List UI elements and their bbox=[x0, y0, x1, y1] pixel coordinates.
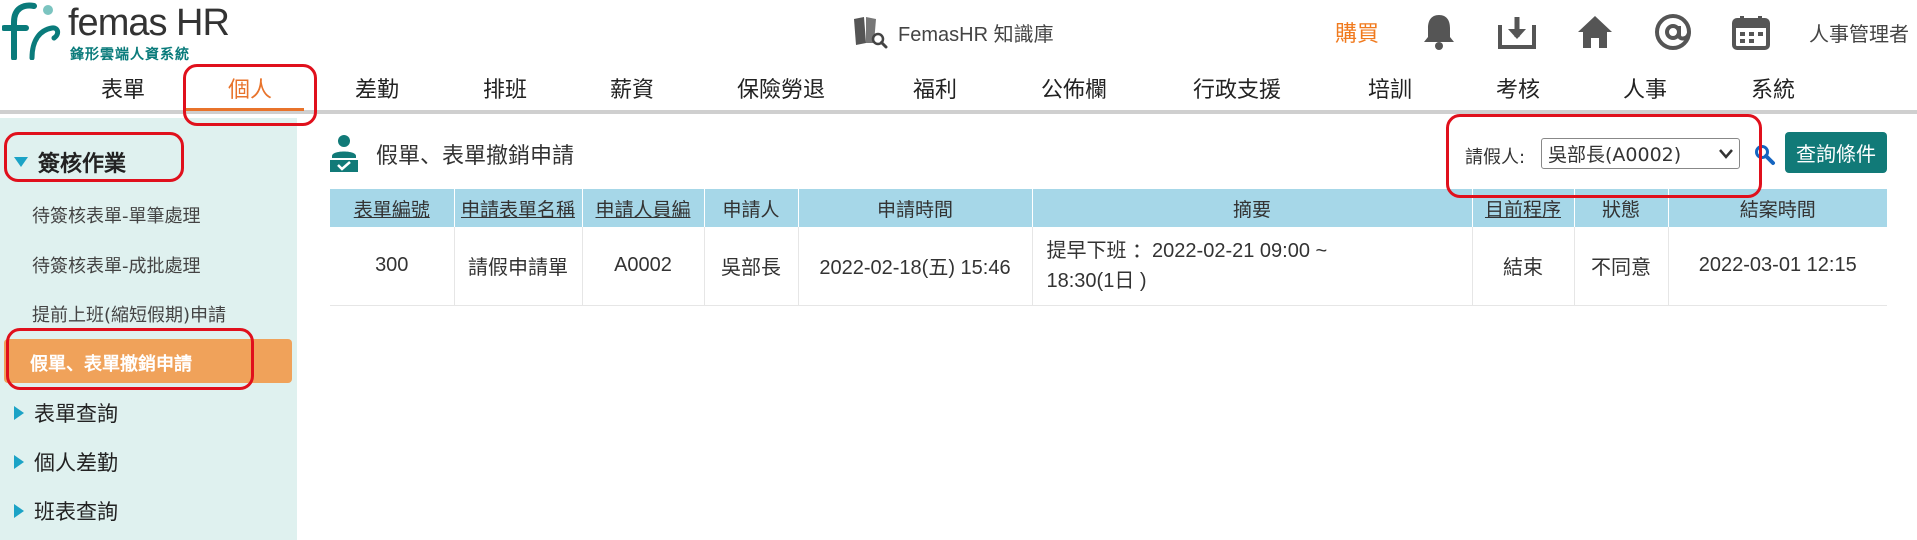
nav-item-payroll[interactable]: 薪資 bbox=[610, 72, 654, 104]
nav-item-scheduling[interactable]: 排班 bbox=[483, 72, 527, 104]
chevron-down-icon bbox=[1719, 148, 1733, 159]
summary-line-2: 18:30(1日 ) bbox=[1046, 269, 1147, 292]
approval-desk-icon bbox=[330, 135, 358, 172]
top-toolbar: 購買 人事管理者 bbox=[1335, 8, 1917, 56]
user-role-label[interactable]: 人事管理者 bbox=[1809, 18, 1909, 47]
sidebar-group-approval[interactable]: 簽核作業 bbox=[14, 146, 126, 178]
caret-right-icon bbox=[14, 455, 24, 469]
knowledge-base-label: FemasHR 知識庫 bbox=[898, 23, 1054, 46]
page-title: 假單、表單撤銷申請 bbox=[376, 144, 575, 169]
nav-item-personal[interactable]: 個人 bbox=[228, 72, 272, 104]
cell-emp-no: A0002 bbox=[582, 227, 705, 306]
table-header-row: 表單編號 申請表單名稱 申請人員編 申請人 申請時間 摘要 目前程序 狀態 結案… bbox=[330, 189, 1887, 227]
femas-logo[interactable]: femas HR 鋒形雲端人資系統 bbox=[0, 0, 230, 64]
col-close-time: 結案時間 bbox=[1668, 189, 1887, 227]
cell-status: 不同意 bbox=[1574, 227, 1669, 306]
col-applicant: 申請人 bbox=[704, 189, 799, 227]
active-tab-indicator bbox=[184, 108, 304, 111]
nav-item-forms[interactable]: 表單 bbox=[101, 72, 145, 104]
home-icon[interactable] bbox=[1575, 12, 1615, 52]
cell-form-name: 請假申請單 bbox=[454, 227, 583, 306]
sidebar: 簽核作業 待簽核表單-單筆處理 待簽核表單-成批處理 提前上班(縮短假期)申請 … bbox=[0, 118, 297, 540]
logo-mark-icon bbox=[2, 2, 61, 60]
leave-person-select[interactable]: 吳部長(A0002) bbox=[1541, 138, 1740, 169]
at-icon[interactable] bbox=[1653, 12, 1693, 52]
sidebar-group-form-query[interactable]: 表單查詢 bbox=[14, 398, 118, 428]
app-header: femas HR 鋒形雲端人資系統 FemasHR 知識庫 購買 人事管理者 bbox=[0, 0, 1917, 64]
main-nav: 表單 個人 差勤 排班 薪資 保險勞退 福利 公佈欄 行政支援 培訓 考核 人事… bbox=[0, 64, 1917, 114]
summary-line-1: 提早下班 ：2022-02-21 09:00 ~ bbox=[1046, 239, 1328, 262]
nav-item-hr[interactable]: 人事 bbox=[1623, 72, 1667, 104]
cell-summary: 提早下班 ：2022-02-21 09:00 ~ 18:30(1日 ) bbox=[1032, 227, 1473, 306]
cell-apply-time: 2022-02-18(五) 15:46 bbox=[798, 227, 1033, 306]
nav-item-training[interactable]: 培訓 bbox=[1368, 72, 1412, 104]
logo-title: femas HR bbox=[68, 2, 230, 44]
col-emp-no[interactable]: 申請人員編 bbox=[582, 189, 705, 227]
leave-person-value: 吳部長(A0002) bbox=[1548, 144, 1682, 166]
bell-icon[interactable] bbox=[1419, 12, 1459, 52]
sidebar-group-label: 班表查詢 bbox=[34, 500, 118, 524]
col-form-name[interactable]: 申請表單名稱 bbox=[454, 189, 583, 227]
sidebar-group-label: 簽核作業 bbox=[38, 152, 127, 177]
nav-item-insurance[interactable]: 保險勞退 bbox=[737, 72, 825, 104]
sidebar-group-label: 表單查詢 bbox=[34, 402, 118, 426]
sidebar-item-early-work[interactable]: 提前上班(縮短假期)申請 bbox=[32, 301, 226, 327]
sidebar-item-label: 假單、表單撤銷申請 bbox=[30, 354, 192, 375]
sidebar-group-personal-attendance[interactable]: 個人差勤 bbox=[14, 447, 118, 477]
book-search-icon bbox=[854, 17, 888, 49]
sidebar-group-label: 個人差勤 bbox=[34, 451, 118, 475]
col-status: 狀態 bbox=[1574, 189, 1669, 227]
search-icon[interactable] bbox=[1754, 144, 1776, 166]
buy-link[interactable]: 購買 bbox=[1335, 16, 1379, 48]
sidebar-group-schedule-query[interactable]: 班表查詢 bbox=[14, 496, 118, 526]
caret-right-icon bbox=[14, 504, 24, 518]
col-form-no[interactable]: 表單編號 bbox=[330, 189, 455, 227]
nav-item-system[interactable]: 系統 bbox=[1751, 72, 1795, 104]
nav-item-admin-support[interactable]: 行政支援 bbox=[1193, 72, 1281, 104]
revoke-requests-table: 表單編號 申請表單名稱 申請人員編 申請人 申請時間 摘要 目前程序 狀態 結案… bbox=[330, 189, 1887, 306]
sidebar-item-pending-single[interactable]: 待簽核表單-單筆處理 bbox=[32, 202, 201, 228]
caret-down-icon bbox=[14, 157, 28, 167]
download-icon[interactable] bbox=[1497, 12, 1537, 52]
cell-stage: 結束 bbox=[1472, 227, 1575, 306]
cell-close-time: 2022-03-01 12:15 bbox=[1668, 227, 1887, 306]
cell-form-no: 300 bbox=[330, 227, 455, 306]
nav-item-welfare[interactable]: 福利 bbox=[913, 72, 957, 104]
leave-person-label: 請假人: bbox=[1465, 147, 1526, 168]
sidebar-item-pending-batch[interactable]: 待簽核表單-成批處理 bbox=[32, 252, 201, 278]
knowledge-base-link[interactable]: FemasHR 知識庫 bbox=[852, 14, 1054, 50]
nav-item-bulletin[interactable]: 公佈欄 bbox=[1041, 72, 1107, 104]
query-conditions-button[interactable]: 查詢條件 bbox=[1785, 132, 1887, 173]
table-row[interactable]: 300 請假申請單 A0002 吳部長 2022-02-18(五) 15:46 … bbox=[330, 227, 1887, 306]
nav-item-evaluation[interactable]: 考核 bbox=[1496, 72, 1540, 104]
nav-item-attendance[interactable]: 差勤 bbox=[355, 72, 399, 104]
cell-applicant: 吳部長 bbox=[704, 227, 799, 306]
caret-right-icon bbox=[14, 406, 24, 420]
col-summary: 摘要 bbox=[1032, 189, 1473, 227]
logo-subtitle: 鋒形雲端人資系統 bbox=[70, 47, 190, 63]
col-apply-time: 申請時間 bbox=[798, 189, 1033, 227]
col-stage[interactable]: 目前程序 bbox=[1472, 189, 1575, 227]
calendar-icon[interactable] bbox=[1731, 12, 1771, 52]
